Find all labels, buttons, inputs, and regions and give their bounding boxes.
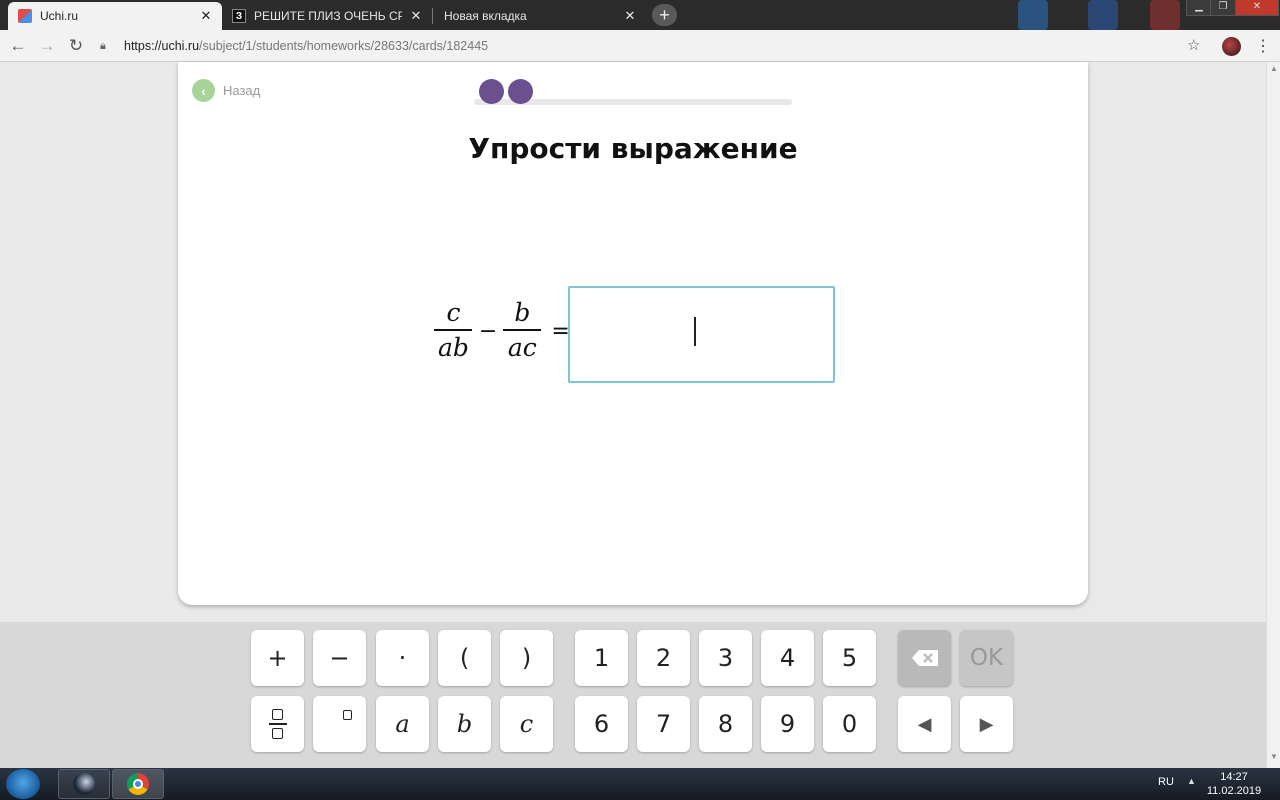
numerator: b — [514, 298, 531, 327]
fraction-icon — [268, 709, 287, 739]
tab-title: Uchi.ru — [40, 9, 79, 23]
restore-icon[interactable]: ❐ — [1210, 0, 1236, 16]
lock-icon: 🔒︎ — [100, 39, 106, 52]
key-9[interactable]: 9 — [761, 696, 814, 752]
key-0[interactable]: 0 — [823, 696, 876, 752]
forward-arrow-icon[interactable]: → — [37, 36, 57, 56]
back-arrow-icon[interactable]: ← — [8, 36, 28, 56]
minimize-icon[interactable]: ▁ — [1186, 0, 1212, 16]
tab-title: Новая вкладка — [444, 9, 527, 23]
tray-expand-icon[interactable]: ▲ — [1187, 776, 1196, 786]
task-card: ‹ Назад Упрости выражение c ab − b ac = — [178, 62, 1088, 605]
tab-close-icon[interactable]: ✕ — [408, 8, 424, 24]
key-7[interactable]: 7 — [637, 696, 690, 752]
chevron-left-icon: ‹ — [192, 79, 215, 102]
answer-input[interactable] — [568, 286, 835, 383]
tab-uchi[interactable]: Uchi.ru ✕ — [8, 2, 222, 30]
fraction-b-over-ac: b ac — [503, 298, 542, 363]
math-expression: c ab − b ac = — [434, 299, 576, 363]
key-1[interactable]: 1 — [575, 630, 628, 686]
progress-dot — [479, 79, 504, 104]
reload-icon[interactable]: ↻ — [66, 36, 86, 56]
tab-close-icon[interactable]: ✕ — [622, 8, 638, 24]
key-6[interactable]: 6 — [575, 696, 628, 752]
tab-separator — [432, 8, 433, 24]
task-title: Упрости выражение — [468, 132, 798, 165]
address-bar[interactable]: 🔒︎ https://uchi.ru/subject/1/students/ho… — [100, 34, 1210, 58]
key-cursor-right[interactable]: ▶ — [960, 696, 1013, 752]
fraction-c-over-ab: c ab — [434, 299, 473, 363]
key-plus[interactable]: + — [251, 630, 304, 686]
key-2[interactable]: 2 — [637, 630, 690, 686]
tab-title: РЕШИТЕ ПЛИЗ ОЧЕНЬ СРОЧНО — [254, 9, 402, 23]
new-tab-plus-icon[interactable]: + — [652, 4, 677, 26]
scroll-up-icon[interactable]: ▲ — [1270, 64, 1278, 73]
key-var-c[interactable]: c — [500, 696, 553, 752]
bookmark-star-icon[interactable]: ☆ — [1187, 36, 1200, 54]
back-label: Назад — [223, 83, 261, 98]
windows-start-icon[interactable] — [6, 769, 40, 799]
degree-icon — [343, 710, 352, 720]
progress-dot — [508, 79, 533, 104]
denominator: ab — [438, 333, 469, 362]
uchi-favicon-icon — [18, 9, 32, 23]
key-minus[interactable]: − — [313, 630, 366, 686]
key-fraction[interactable] — [251, 696, 304, 752]
profile-avatar[interactable] — [1222, 37, 1241, 56]
browser-menu-icon[interactable]: ⋮ — [1255, 36, 1271, 56]
key-var-b[interactable]: b — [438, 696, 491, 752]
url-host: https://uchi.ru — [124, 39, 200, 53]
taskbar-chrome[interactable] — [112, 769, 164, 799]
scroll-down-icon[interactable]: ▼ — [1270, 752, 1278, 761]
key-multiply-dot[interactable]: · — [376, 630, 429, 686]
browser-toolbar: ← → ↻ 🔒︎ https://uchi.ru/subject/1/stude… — [0, 30, 1280, 62]
key-cursor-left[interactable]: ◀ — [898, 696, 951, 752]
window-close-icon[interactable]: ✕ — [1235, 0, 1279, 16]
znanija-favicon-icon: З — [232, 9, 246, 23]
taskbar-steam[interactable] — [58, 769, 110, 799]
minus-operator: − — [478, 318, 498, 344]
chrome-icon — [127, 773, 149, 795]
key-5[interactable]: 5 — [823, 630, 876, 686]
text-caret — [694, 317, 696, 346]
key-open-paren[interactable]: ( — [438, 630, 491, 686]
back-link[interactable]: ‹ Назад — [192, 79, 260, 102]
language-indicator[interactable]: RU — [1158, 776, 1174, 788]
scrollbar[interactable]: ▲ ▼ — [1266, 62, 1280, 768]
key-8[interactable]: 8 — [699, 696, 752, 752]
key-backspace[interactable] — [898, 630, 951, 686]
key-4[interactable]: 4 — [761, 630, 814, 686]
system-clock[interactable]: 14:27 11.02.2019 — [1204, 770, 1264, 798]
browser-tab-bar: Uchi.ru ✕ З РЕШИТЕ ПЛИЗ ОЧЕНЬ СРОЧНО ✕ Н… — [0, 0, 1280, 30]
steam-icon — [73, 773, 95, 795]
backspace-icon — [911, 650, 938, 666]
denominator: ac — [507, 333, 537, 362]
key-var-a[interactable]: a — [376, 696, 429, 752]
numerator: c — [446, 298, 461, 327]
tab-znanija[interactable]: З РЕШИТЕ ПЛИЗ ОЧЕНЬ СРОЧНО ✕ — [222, 2, 432, 30]
key-degree[interactable] — [313, 696, 366, 752]
url-path: /subject/1/students/homeworks/28633/card… — [199, 39, 489, 53]
os-taskbar: RU ▲ 14:27 11.02.2019 — [0, 768, 1280, 800]
clock-date: 11.02.2019 — [1206, 785, 1262, 797]
clock-time: 14:27 — [1220, 771, 1248, 783]
key-close-paren[interactable]: ) — [500, 630, 553, 686]
tab-new[interactable]: Новая вкладка ✕ — [434, 2, 646, 30]
math-keyboard: + − · ( ) 1 2 3 4 5 OK a b c 6 7 8 9 0 ◀… — [0, 622, 1266, 768]
tab-close-icon[interactable]: ✕ — [198, 8, 214, 24]
key-ok[interactable]: OK — [960, 630, 1013, 686]
key-3[interactable]: 3 — [699, 630, 752, 686]
